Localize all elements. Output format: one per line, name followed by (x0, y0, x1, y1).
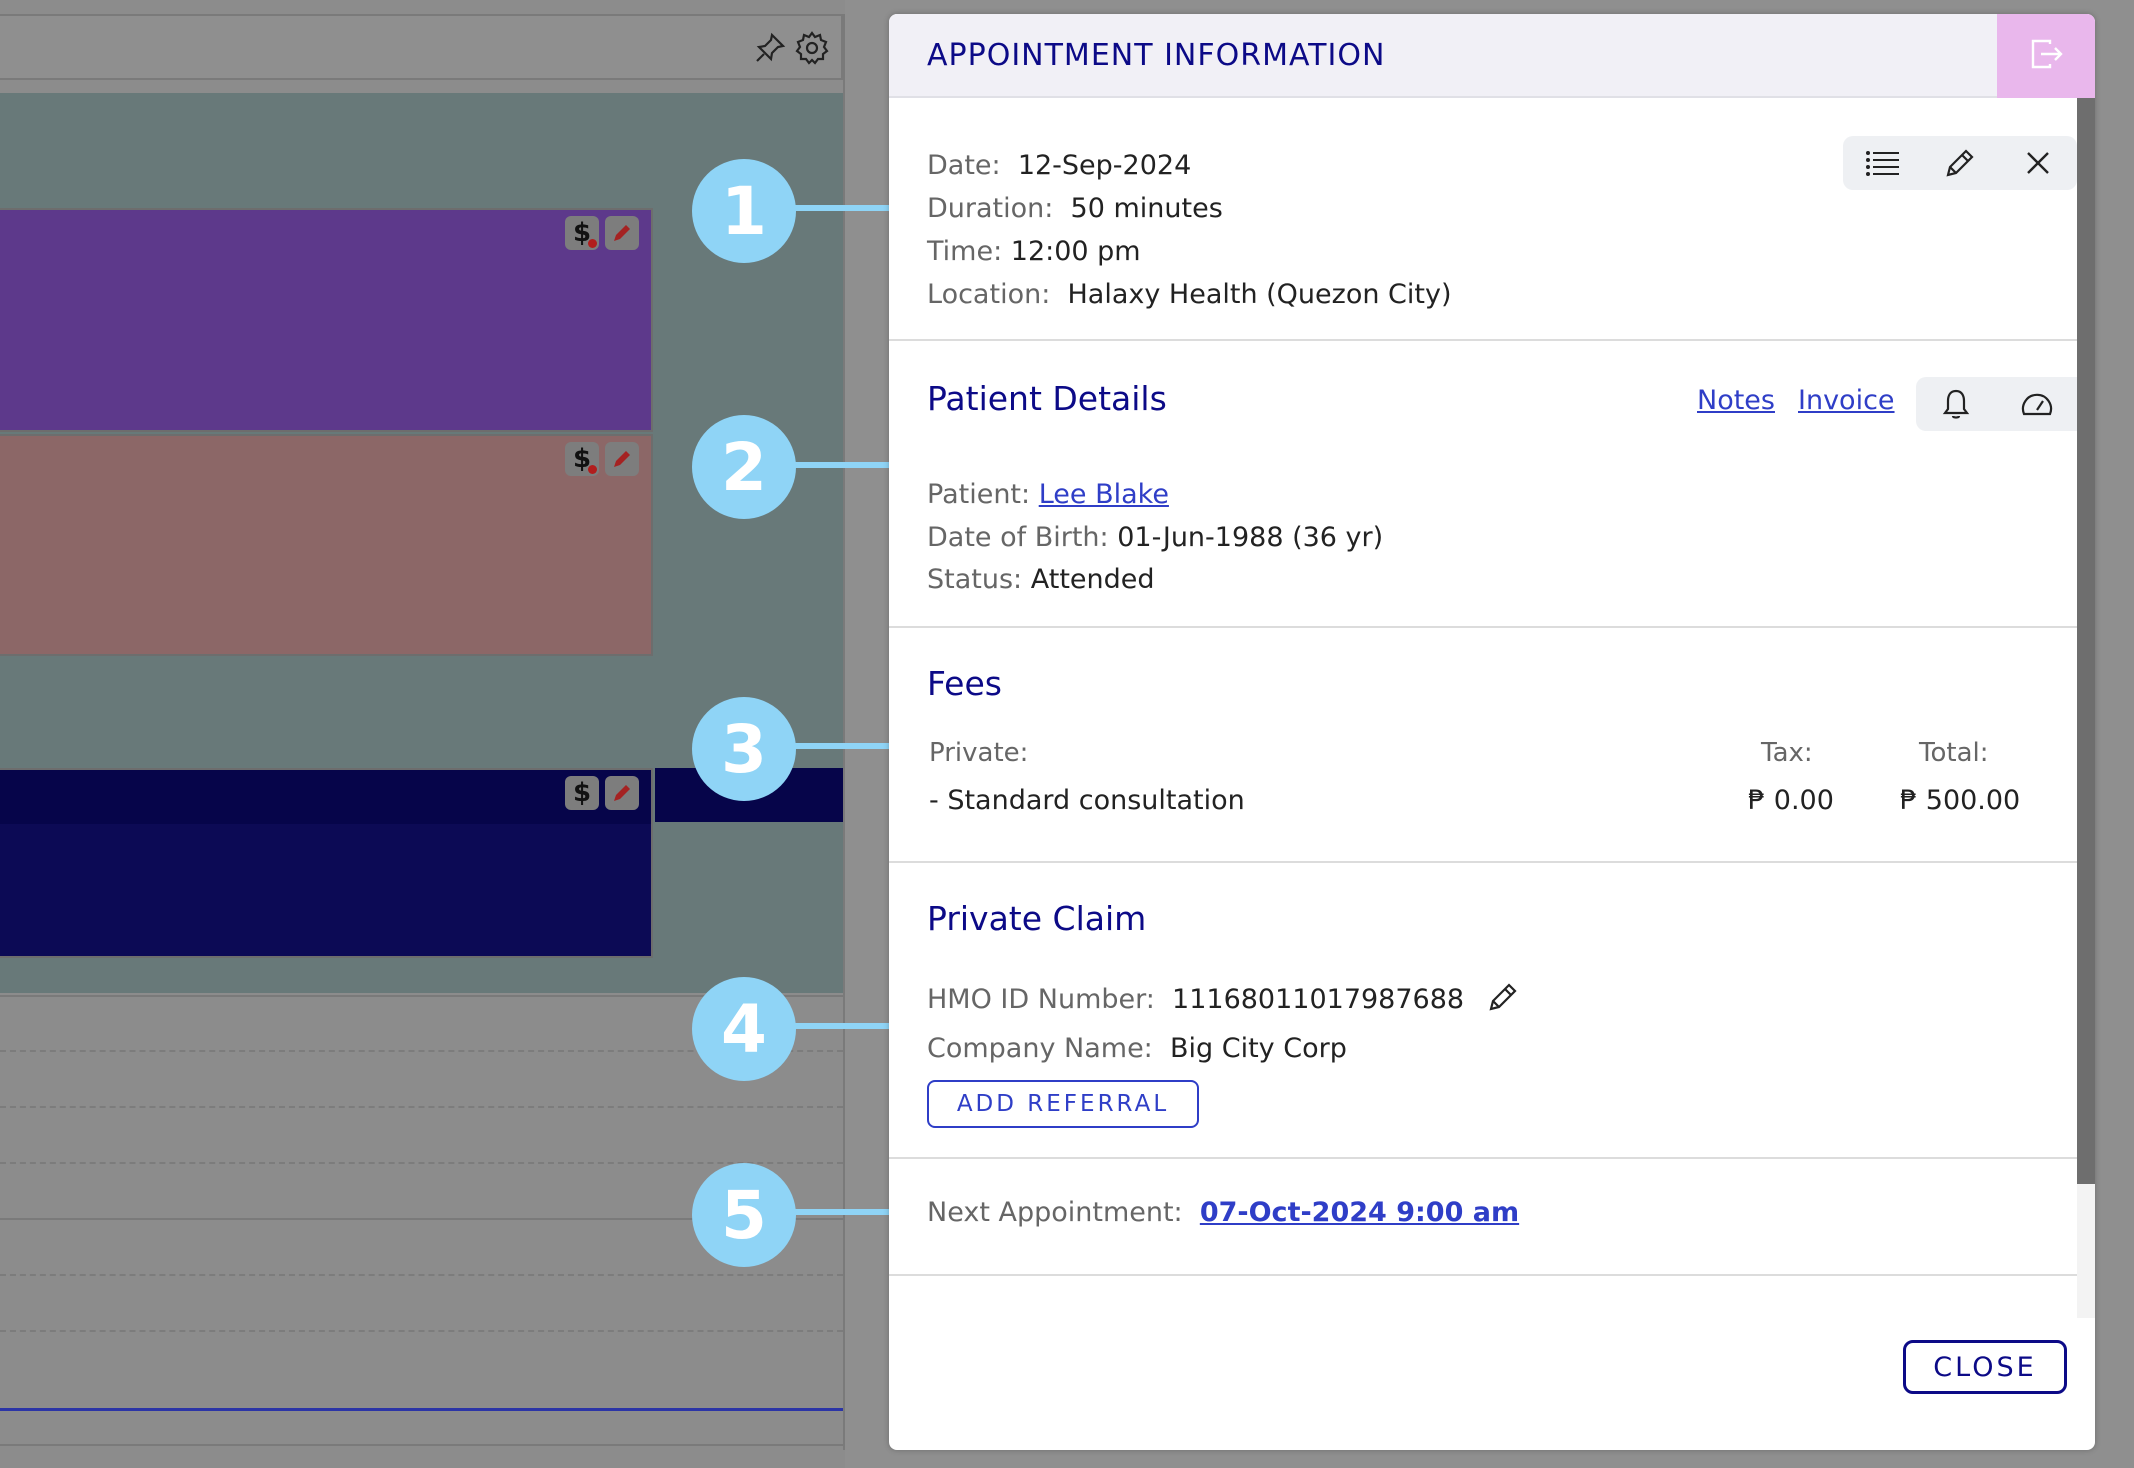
appointment-toolbox (1843, 136, 2077, 190)
fees-section: Fees Private: Tax: Total: - Standard con… (889, 628, 2077, 863)
exit-button[interactable] (1997, 14, 2095, 98)
patient-details-section: Patient Details Notes Invoice Patient: L… (889, 341, 2077, 628)
hmo-value: 11168011017987688 (1172, 984, 1465, 1015)
scrollbar-thumb[interactable] (2077, 98, 2095, 1184)
next-appointment-label: Next Appointment: (927, 1197, 1183, 1228)
appointment-block[interactable]: $ (0, 768, 653, 958)
total-label: Total: (1919, 738, 1989, 768)
calendar-toolbar (0, 14, 843, 80)
fees-heading: Fees (927, 664, 1002, 703)
appointment-panel: APPOINTMENT INFORMATION Date: 12-Sep-202… (889, 14, 2095, 1450)
edit-icon[interactable] (605, 216, 639, 250)
edit-icon[interactable] (605, 442, 639, 476)
next-appointment-section: Next Appointment: 07-Oct-2024 9:00 am (889, 1159, 2077, 1276)
fee-item: - Standard consultation (929, 785, 1245, 816)
appointment-block[interactable]: $ (0, 434, 653, 656)
duration-value: 50 minutes (1070, 193, 1223, 224)
location-value: Halaxy Health (Quezon City) (1067, 279, 1452, 310)
tax-label: Tax: (1761, 738, 1813, 768)
dollar-icon[interactable]: $ (565, 216, 599, 250)
add-referral-button[interactable]: ADD REFERRAL (927, 1080, 1199, 1128)
date-value: 12-Sep-2024 (1017, 150, 1192, 181)
dob-value: 01-Jun-1988 (36 yr) (1117, 522, 1384, 553)
dollar-icon[interactable]: $ (565, 776, 599, 810)
company-label: Company Name: (927, 1033, 1153, 1064)
private-label: Private: (929, 738, 1029, 768)
time-value: 12:00 pm (1010, 236, 1141, 267)
patient-details-heading: Patient Details (927, 379, 1167, 418)
list-icon[interactable] (1862, 143, 1902, 183)
appointment-block[interactable]: $ (0, 208, 653, 432)
private-claim-heading: Private Claim (927, 899, 1147, 938)
patient-toolbox (1916, 377, 2077, 431)
patient-name-link[interactable]: Lee Blake (1039, 479, 1169, 510)
notes-link[interactable]: Notes (1697, 385, 1775, 416)
callout-2: 2 (692, 415, 796, 519)
close-icon[interactable] (2018, 143, 2058, 183)
invoice-link[interactable]: Invoice (1798, 385, 1895, 416)
duration-label: Duration: (927, 193, 1054, 224)
edit-icon[interactable] (605, 776, 639, 810)
edit-hmo-icon[interactable] (1487, 981, 1519, 1020)
exit-icon (2028, 36, 2064, 76)
panel-scrollbar[interactable] (2077, 98, 2095, 1318)
fee-total: ₱ 500.00 (1900, 785, 2021, 816)
callout-4: 4 (692, 977, 796, 1081)
gear-icon[interactable] (794, 30, 830, 66)
next-appointment-link[interactable]: 07-Oct-2024 9:00 am (1200, 1197, 1519, 1228)
pencil-icon[interactable] (1940, 143, 1980, 183)
panel-header: APPOINTMENT INFORMATION (889, 14, 2095, 98)
hmo-label: HMO ID Number: (927, 984, 1155, 1015)
status-label: Status: (927, 564, 1023, 595)
panel-title: APPOINTMENT INFORMATION (927, 38, 1386, 73)
appointment-details-section: Date: 12-Sep-2024 Duration: 50 minutes T… (889, 98, 2077, 341)
pin-icon[interactable] (752, 30, 788, 66)
callout-5: 5 (692, 1163, 796, 1267)
callout-3: 3 (692, 697, 796, 801)
current-time-line (0, 1408, 843, 1411)
time-label: Time: (927, 236, 1003, 267)
fee-tax: ₱ 0.00 (1748, 785, 1834, 816)
company-value: Big City Corp (1169, 1033, 1347, 1064)
patient-label: Patient: (927, 479, 1031, 510)
bell-icon[interactable] (1936, 384, 1976, 424)
dollar-icon[interactable]: $ (565, 442, 599, 476)
gauge-icon[interactable] (2017, 384, 2057, 424)
close-button[interactable]: CLOSE (1903, 1340, 2067, 1394)
location-label: Location: (927, 279, 1051, 310)
status-value: Attended (1030, 564, 1155, 595)
callout-1: 1 (692, 159, 796, 263)
date-label: Date: (927, 150, 1001, 181)
dob-label: Date of Birth: (927, 522, 1109, 553)
